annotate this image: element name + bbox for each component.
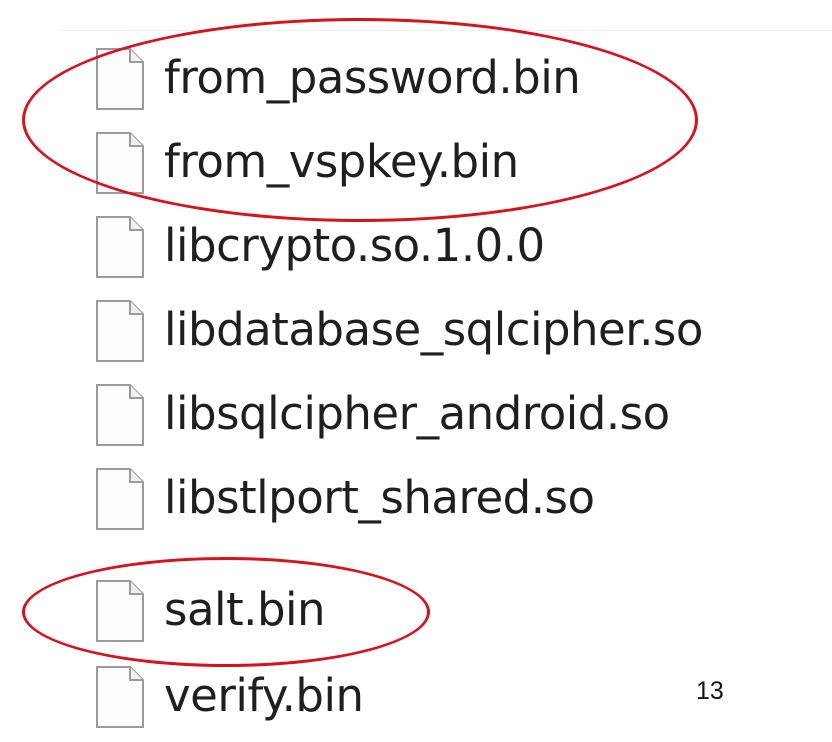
file-list: from_password.bin from_vspkey.bin libcry…	[0, 0, 832, 741]
file-name: libcrypto.so.1.0.0	[164, 219, 545, 272]
blank-file-icon	[96, 216, 144, 278]
file-name: verify.bin	[164, 669, 364, 722]
blank-file-icon	[96, 666, 144, 728]
blank-file-icon	[96, 384, 144, 446]
blank-file-icon	[96, 468, 144, 530]
file-item-libstlport-shared[interactable]: libstlport_shared.so	[0, 460, 832, 544]
file-item-libcrypto[interactable]: libcrypto.so.1.0.0	[0, 208, 832, 292]
highlight-ellipse-salt	[22, 557, 430, 667]
file-name: libsqlcipher_android.so	[164, 387, 670, 440]
highlight-ellipse-key-files	[22, 18, 698, 222]
file-name: libdatabase_sqlcipher.so	[164, 303, 703, 356]
file-item-libdatabase-sqlcipher[interactable]: libdatabase_sqlcipher.so	[0, 292, 832, 376]
file-name: libstlport_shared.so	[164, 471, 595, 524]
file-item-libsqlcipher-android[interactable]: libsqlcipher_android.so	[0, 376, 832, 460]
page-number: 13	[696, 677, 724, 705]
blank-file-icon	[96, 300, 144, 362]
